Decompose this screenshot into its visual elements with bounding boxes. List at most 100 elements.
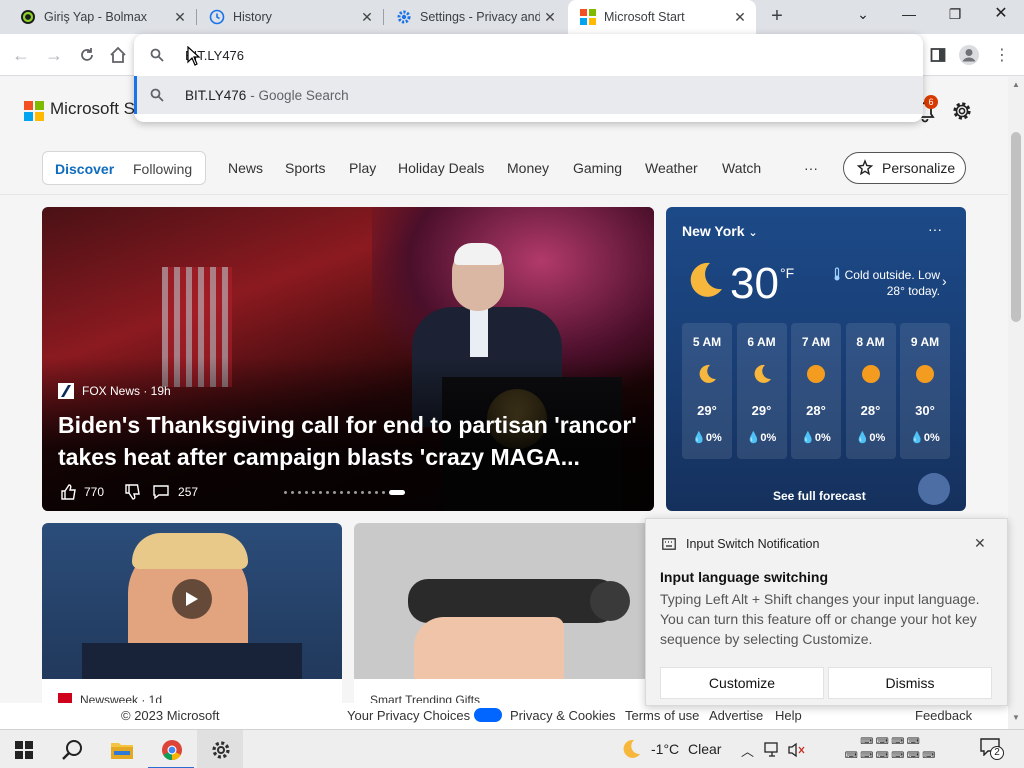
- dismiss-button[interactable]: Dismiss: [828, 667, 992, 699]
- file-explorer-icon[interactable]: [110, 738, 134, 762]
- tab-following[interactable]: Following: [133, 161, 192, 177]
- tab-title: Microsoft Start: [604, 10, 685, 24]
- nav-link-sports[interactable]: Sports: [285, 160, 325, 176]
- news-card[interactable]: Newsweek · 1d: [42, 523, 342, 713]
- action-center-icon[interactable]: 2: [980, 738, 1006, 760]
- hour-item: 6 AM 29° 💧0%: [736, 323, 787, 459]
- hour-temp: 28°: [806, 403, 826, 418]
- comment-icon[interactable]: [152, 483, 170, 501]
- page-scrollbar[interactable]: ▲ ▼: [1008, 77, 1024, 729]
- tab-history[interactable]: History ✕: [197, 0, 383, 34]
- hero-headline[interactable]: Biden's Thanksgiving call for end to par…: [58, 409, 648, 473]
- thumbs-up-icon[interactable]: [60, 483, 78, 501]
- search-icon: [150, 88, 164, 102]
- reload-icon[interactable]: [75, 43, 99, 67]
- thumbs-down-icon[interactable]: [124, 483, 142, 501]
- nav-link-holiday-deals[interactable]: Holiday Deals: [398, 160, 484, 176]
- weather-location[interactable]: New York ⌄: [682, 223, 758, 239]
- microsoft-icon: [580, 9, 596, 25]
- minimize-button[interactable]: —: [886, 0, 932, 30]
- tab-bolmax[interactable]: Giriş Yap - Bolmax ✕: [8, 0, 196, 34]
- terms-link[interactable]: Terms of use: [625, 708, 699, 723]
- customize-button[interactable]: Customize: [660, 667, 824, 699]
- news-card[interactable]: Smart Trending Gifts: [354, 523, 654, 713]
- chevron-up-icon[interactable]: ︿: [741, 741, 754, 760]
- settings-icon: [397, 10, 411, 24]
- moon-weather-icon[interactable]: [620, 738, 642, 760]
- close-icon[interactable]: ✕: [540, 9, 560, 26]
- mouse-cursor-icon: [187, 46, 201, 66]
- menu-icon[interactable]: ⋮: [990, 43, 1014, 67]
- personalize-button[interactable]: Personalize: [843, 152, 966, 184]
- tab-settings[interactable]: Settings - Privacy and ✕: [384, 0, 566, 34]
- weather-more-button[interactable]: ···: [928, 221, 942, 237]
- forward-icon[interactable]: →: [42, 43, 66, 67]
- network-icon[interactable]: [764, 742, 782, 758]
- chevron-right-icon[interactable]: ›: [942, 273, 947, 289]
- scroll-thumb[interactable]: [1011, 132, 1021, 322]
- new-tab-button[interactable]: +: [766, 5, 788, 27]
- feedback-button[interactable]: Feedback: [915, 708, 972, 723]
- notification-body: Typing Left Alt + Shift changes your inp…: [660, 591, 980, 647]
- hour-rain: 💧0%: [801, 432, 831, 444]
- close-icon[interactable]: ✕: [357, 9, 377, 26]
- tab-discover[interactable]: Discover: [55, 161, 114, 177]
- carousel-dots[interactable]: [284, 490, 409, 495]
- hour-time: 6 AM: [747, 335, 776, 349]
- taskbar-weather-condition[interactable]: Clear: [688, 741, 721, 757]
- privacy-cookies-link[interactable]: Privacy & Cookies: [510, 708, 615, 723]
- windows-start-icon[interactable]: [12, 738, 36, 762]
- nav-link-money[interactable]: Money: [507, 160, 549, 176]
- profile-avatar-icon[interactable]: [957, 43, 981, 67]
- suggestion-text: BIT.LY476: [185, 87, 247, 103]
- volume-muted-icon[interactable]: [788, 742, 806, 758]
- hourly-forecast: 5 AM 29° 💧0% 6 AM 29° 💧0% 7 AM 28° 💧0% 8…: [682, 323, 955, 459]
- taskbar-temperature[interactable]: -1°C: [651, 741, 679, 757]
- back-icon[interactable]: ←: [9, 43, 33, 67]
- personalize-label: Personalize: [882, 160, 956, 176]
- search-suggestion[interactable]: BIT.LY476 - Google Search: [134, 76, 923, 114]
- close-icon[interactable]: ✕: [170, 9, 190, 26]
- nav-link-news[interactable]: News: [228, 160, 263, 176]
- side-panel-icon[interactable]: [926, 43, 950, 67]
- settings-app-highlight: [197, 730, 243, 768]
- see-full-forecast-link[interactable]: See full forecast: [773, 489, 866, 503]
- weather-card[interactable]: New York ⌄ ··· 30 °F Cold outside. Low 2…: [666, 207, 966, 511]
- notification-app-name: Input Switch Notification: [686, 537, 820, 551]
- close-icon[interactable]: ✕: [730, 9, 750, 26]
- moon-icon: [690, 262, 722, 297]
- help-link[interactable]: Help: [775, 708, 802, 723]
- gear-icon[interactable]: [951, 100, 973, 122]
- tab-search-button[interactable]: ⌄: [840, 0, 886, 30]
- hour-rain: 💧0%: [746, 432, 777, 444]
- hour-rain: 💧0%: [910, 432, 940, 444]
- nav-link-weather[interactable]: Weather: [645, 160, 698, 176]
- nav-link-gaming[interactable]: Gaming: [573, 160, 622, 176]
- advertise-link[interactable]: Advertise: [709, 708, 763, 723]
- nav-link-play[interactable]: Play: [349, 160, 376, 176]
- moon-icon: [699, 364, 716, 383]
- home-icon[interactable]: [106, 43, 130, 67]
- weather-map-button[interactable]: [918, 473, 950, 505]
- privacy-choices-link[interactable]: Your Privacy Choices: [347, 708, 502, 723]
- bolmax-icon: [21, 10, 35, 24]
- hour-item: 7 AM 28° 💧0%: [791, 323, 841, 459]
- address-bar[interactable]: BIT.LY476: [134, 34, 923, 76]
- hour-temp: 29°: [751, 403, 772, 418]
- search-icon: [150, 48, 164, 62]
- ime-indicator[interactable]: ⌨ ⌨ ⌨ ⌨ ⌨ ⌨ ⌨ ⌨ ⌨ ⌨: [818, 734, 962, 764]
- window-close-button[interactable]: ✕: [978, 0, 1024, 30]
- close-icon[interactable]: ✕: [974, 535, 986, 552]
- tab-title: Settings - Privacy and: [420, 10, 540, 24]
- hero-news-card[interactable]: FOX News · 19h Biden's Thanksgiving call…: [42, 207, 654, 511]
- hour-rain: 💧0%: [855, 432, 886, 444]
- play-icon[interactable]: [172, 579, 212, 619]
- hero-source[interactable]: FOX News · 19h: [58, 383, 171, 399]
- search-icon[interactable]: [60, 738, 84, 762]
- nav-more-button[interactable]: ···: [804, 160, 818, 176]
- hour-rain: 💧0%: [692, 432, 722, 444]
- restore-button[interactable]: ❐: [932, 0, 978, 30]
- tab-microsoft-start[interactable]: Microsoft Start ✕: [568, 0, 756, 34]
- speaker-shirt: [470, 307, 488, 357]
- nav-link-watch[interactable]: Watch: [722, 160, 761, 176]
